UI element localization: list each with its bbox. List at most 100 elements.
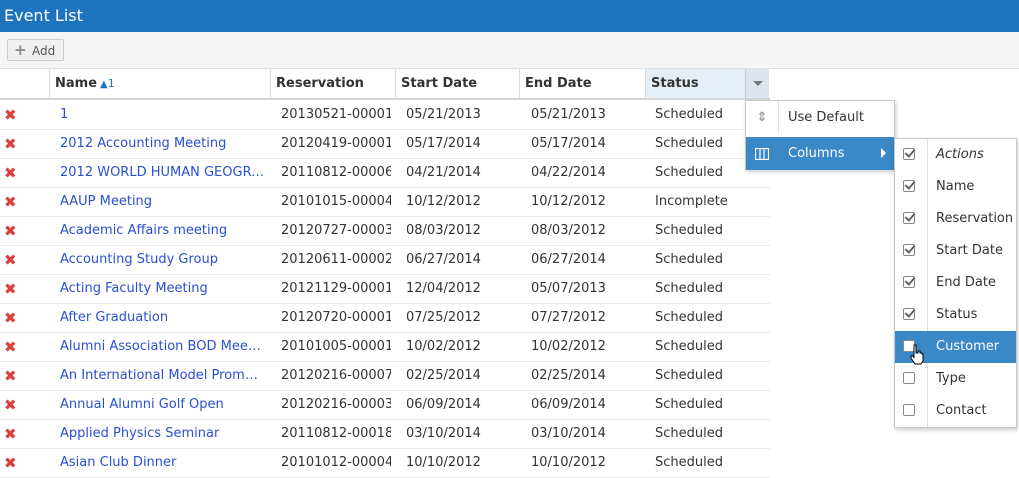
reservation-cell: 20130521-00001 (281, 107, 391, 122)
event-name-link[interactable]: 2012 WORLD HUMAN GEOGRA… (60, 159, 265, 187)
sort-order-number: 1 (107, 77, 115, 90)
table-row[interactable]: ✖ After Graduation 20120720-00001 07/25/201… (0, 304, 770, 333)
column-toggle-item[interactable]: Reservation (895, 203, 1016, 235)
column-toggle-item[interactable]: Name (895, 171, 1016, 203)
delete-icon[interactable]: ✖ (4, 304, 18, 332)
reservation-cell: 20120720-00001 (281, 310, 391, 325)
reservation-cell: 20101015-00004 (281, 194, 391, 209)
delete-icon[interactable]: ✖ (4, 333, 18, 361)
table-row[interactable]: ✖ An International Model Promot… 20120216-… (0, 362, 770, 391)
checkbox-checked-icon[interactable] (903, 244, 915, 256)
checkbox-checked-icon[interactable] (903, 276, 915, 288)
column-header-name[interactable]: Name ▲1 (49, 69, 270, 98)
table-row[interactable]: ✖ Annual Alumni Golf Open 20120216-00003 06… (0, 391, 770, 420)
event-name-link[interactable]: 1 (60, 101, 265, 129)
checkbox-checked-icon[interactable] (903, 212, 915, 224)
status-cell: Scheduled (655, 281, 723, 296)
event-name-link[interactable]: Accounting Study Group (60, 246, 265, 274)
reservation-cell: 20120216-00003 (281, 397, 391, 412)
event-name-link[interactable]: Applied Physics Seminar (60, 420, 265, 448)
table-row[interactable]: ✖ AAUP Meeting 20101015-00004 10/12/2012 10/… (0, 188, 770, 217)
checkbox-empty-icon[interactable] (903, 372, 915, 384)
table-row[interactable]: ✖ Applied Physics Seminar 20110812-00018 03… (0, 420, 770, 449)
reservation-cell: 20120216-00007 (281, 368, 391, 383)
menu-separator (927, 235, 928, 267)
column-header-reservation[interactable]: Reservation (270, 69, 395, 98)
event-name-link[interactable]: AAUP Meeting (60, 188, 265, 216)
delete-icon[interactable]: ✖ (4, 130, 18, 158)
sort-ascending-icon: ▲ (100, 79, 108, 90)
delete-icon[interactable]: ✖ (4, 362, 18, 390)
column-toggle-label: Status (936, 307, 978, 322)
menu-item-columns[interactable]: Columns (746, 137, 894, 170)
start-date-cell: 02/25/2014 (406, 368, 481, 383)
checkbox-checked-icon[interactable] (903, 308, 915, 320)
menu-separator (927, 267, 928, 299)
column-toggle-label: Contact (936, 403, 987, 418)
column-toggle-item[interactable]: End Date (895, 267, 1016, 299)
event-name-link[interactable]: 2012 Accounting Meeting (60, 130, 265, 158)
columns-submenu: Actions Name Reservation Start Date End Date… (894, 138, 1017, 428)
event-name-link[interactable]: Alumni Association BOD Meeting (60, 333, 265, 361)
status-cell: Scheduled (655, 310, 723, 325)
reservation-cell: 20110812-00006 (281, 165, 391, 180)
column-toggle-label: Actions (936, 147, 984, 162)
column-toggle-item[interactable]: Type (895, 363, 1016, 395)
table-row[interactable]: ✖ Accounting Study Group 20120611-00002 06/… (0, 246, 770, 275)
menu-item-default-sort[interactable]: ⇕ Use Default Sort (746, 101, 894, 158)
event-name-link[interactable]: Acting Faculty Meeting (60, 275, 265, 303)
column-toggle-item[interactable]: Actions (895, 139, 1016, 171)
delete-icon[interactable]: ✖ (4, 188, 18, 216)
add-button-label: Add (32, 44, 56, 58)
event-name-link[interactable]: An International Model Promot… (60, 362, 265, 390)
column-header-end-date[interactable]: End Date (519, 69, 645, 98)
column-toggle-item[interactable]: Contact (895, 395, 1016, 427)
checkbox-checked-icon[interactable] (903, 148, 915, 160)
plus-icon: + (14, 41, 27, 59)
column-toggle-item[interactable]: Status (895, 299, 1016, 331)
status-cell: Incomplete (655, 194, 728, 209)
chevron-right-icon (881, 148, 886, 158)
reservation-cell: 20120611-00002 (281, 252, 391, 267)
delete-icon[interactable]: ✖ (4, 101, 18, 129)
column-menu-button[interactable] (745, 69, 769, 98)
column-toggle-label: Name (936, 179, 975, 194)
event-name-link[interactable]: Academic Affairs meeting (60, 217, 265, 245)
status-cell: Scheduled (655, 107, 723, 122)
start-date-cell: 10/10/2012 (406, 455, 481, 470)
event-name-link[interactable]: Annual Alumni Golf Open (60, 391, 265, 419)
table-row[interactable]: ✖ Acting Faculty Meeting 20121129-00001 12/… (0, 275, 770, 304)
table-row[interactable]: ✖ Academic Affairs meeting 20120727-00003 0… (0, 217, 770, 246)
grid-header: Name ▲1 Reservation Start Date End Date S… (0, 69, 770, 100)
table-row[interactable]: ✖ 2012 Accounting Meeting 20120419-00001 05… (0, 130, 770, 159)
end-date-cell: 03/10/2014 (531, 426, 606, 441)
event-name-link[interactable]: Asian Club Dinner (60, 449, 265, 477)
status-cell: Scheduled (655, 223, 723, 238)
start-date-cell: 10/02/2012 (406, 339, 481, 354)
start-date-cell: 03/10/2014 (406, 426, 481, 441)
table-row[interactable]: ✖ 2012 WORLD HUMAN GEOGRA… 20110812-00006 0… (0, 159, 770, 188)
delete-icon[interactable]: ✖ (4, 159, 18, 187)
status-cell: Scheduled (655, 136, 723, 151)
end-date-cell: 10/12/2012 (531, 194, 606, 209)
column-toggle-item[interactable]: Start Date (895, 235, 1016, 267)
delete-icon[interactable]: ✖ (4, 275, 18, 303)
delete-icon[interactable]: ✖ (4, 391, 18, 419)
checkbox-empty-icon[interactable] (903, 404, 915, 416)
column-header-status[interactable]: Status (645, 69, 745, 98)
add-button[interactable]: + Add (7, 39, 65, 61)
status-cell: Scheduled (655, 426, 723, 441)
checkbox-checked-icon[interactable] (903, 180, 915, 192)
end-date-cell: 06/27/2014 (531, 252, 606, 267)
columns-icon (746, 137, 779, 170)
delete-icon[interactable]: ✖ (4, 449, 18, 477)
end-date-cell: 10/02/2012 (531, 339, 606, 354)
table-row[interactable]: ✖ Alumni Association BOD Meeting 20101005-… (0, 333, 770, 362)
delete-icon[interactable]: ✖ (4, 246, 18, 274)
event-name-link[interactable]: After Graduation (60, 304, 265, 332)
table-row[interactable]: ✖ 1 20130521-00001 05/21/2013 05/21/2013 Sche… (0, 101, 770, 130)
column-header-start-date[interactable]: Start Date (395, 69, 519, 98)
delete-icon[interactable]: ✖ (4, 217, 18, 245)
start-date-cell: 05/21/2013 (406, 107, 481, 122)
delete-icon[interactable]: ✖ (4, 420, 18, 448)
